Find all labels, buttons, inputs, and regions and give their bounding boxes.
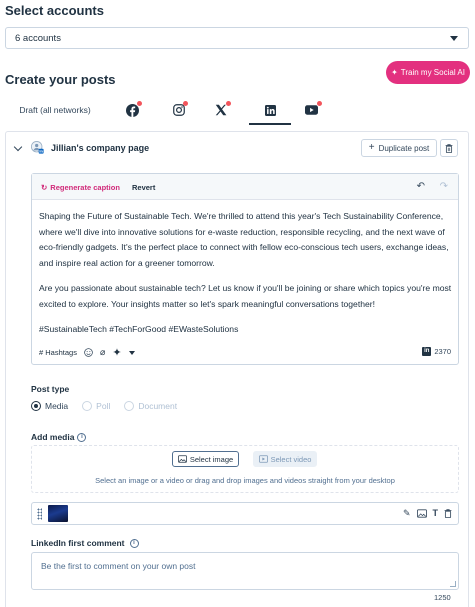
duplicate-post-button[interactable]: + Duplicate post — [361, 139, 437, 157]
train-social-ai-button[interactable]: ✦ Train my Social AI — [386, 61, 470, 84]
media-item-row: ✎ T — [31, 502, 459, 525]
x-icon — [215, 104, 227, 116]
video-icon — [258, 455, 268, 463]
first-comment-textarea[interactable]: Be the first to comment on your own post — [31, 552, 459, 590]
attachment-icon[interactable]: ⌀ — [100, 347, 105, 358]
tab-youtube[interactable] — [296, 95, 326, 125]
text-icon[interactable]: T — [433, 508, 439, 519]
regenerate-caption-label: Regenerate caption — [50, 183, 120, 192]
resize-handle-icon[interactable] — [450, 581, 456, 587]
x-alert-dot — [226, 101, 231, 106]
trash-icon[interactable] — [444, 509, 452, 518]
revert-button[interactable]: Revert — [132, 183, 155, 192]
caret-down-icon — [450, 36, 458, 41]
post-type-poll-radio[interactable]: Poll — [82, 401, 110, 411]
duplicate-post-label: Duplicate post — [378, 143, 430, 153]
character-count-value: 2370 — [434, 347, 451, 356]
tab-facebook[interactable] — [117, 95, 147, 125]
facebook-alert-dot — [137, 101, 142, 106]
hashtags-button[interactable]: # Hashtags — [39, 348, 77, 357]
plus-icon: + — [368, 142, 375, 153]
post-type-media-radio[interactable]: Media — [31, 401, 68, 411]
editor-toolbar: ↻ Regenerate caption Revert ↶ ↷ — [32, 174, 458, 200]
instagram-icon — [173, 104, 185, 116]
first-comment-label: LinkedIn first comment — [31, 538, 125, 548]
editor-footer: # Hashtags ⌀ ✦ — [39, 346, 135, 359]
first-comment-heading: LinkedIn first comment i — [31, 538, 139, 548]
tab-instagram[interactable] — [164, 95, 194, 125]
sparkle-icon: ✦ — [391, 68, 398, 77]
post-type-poll-label: Poll — [96, 401, 111, 411]
media-drop-zone[interactable] — [31, 445, 459, 493]
undo-icon[interactable]: ↶ — [417, 181, 425, 192]
add-media-label: Add media — [31, 432, 75, 442]
select-image-label: Select image — [189, 454, 234, 464]
radio-circle — [124, 401, 135, 411]
drag-handle-icon[interactable] — [37, 508, 42, 520]
tab-x[interactable] — [206, 95, 236, 125]
post-type-media-label: Media — [45, 401, 69, 411]
select-video-label: Select video — [270, 454, 312, 464]
delete-post-button[interactable] — [440, 139, 458, 157]
radio-circle — [31, 401, 41, 411]
accounts-dropdown-value: 6 accounts — [15, 33, 61, 44]
first-comment-char-count: 1250 — [434, 593, 451, 602]
post-type-document-radio[interactable]: Document — [124, 401, 177, 411]
post-type-label: Post type — [31, 384, 70, 394]
network-tabs: Draft (all networks) — [5, 95, 469, 125]
svg-text:in: in — [39, 149, 43, 154]
caption-paragraph: Are you passionate about sustainable tec… — [39, 283, 452, 309]
media-tools: ✎ T — [403, 508, 452, 519]
add-media-heading: Add media i — [31, 432, 87, 442]
refresh-icon: ↻ — [41, 183, 48, 192]
caption-paragraph: Shaping the Future of Sustainable Tech. … — [39, 211, 449, 268]
post-type-options: Media Poll Document — [31, 401, 177, 411]
emoji-icon[interactable] — [84, 348, 93, 357]
edit-icon[interactable]: ✎ — [403, 508, 411, 519]
tab-linkedin[interactable] — [249, 95, 291, 125]
info-icon[interactable]: i — [77, 432, 87, 442]
trash-icon — [445, 143, 453, 153]
train-social-ai-label: Train my Social AI — [400, 68, 465, 77]
create-posts-heading: Create your posts — [5, 72, 116, 87]
info-icon[interactable]: i — [129, 538, 139, 548]
radio-circle — [82, 401, 93, 411]
caret-down-icon[interactable] — [128, 350, 135, 355]
active-tab-indicator — [249, 123, 291, 125]
select-accounts-heading: Select accounts — [5, 3, 104, 18]
drop-zone-hint: Select an image or a video or drag and d… — [95, 476, 395, 485]
post-type-document-label: Document — [138, 401, 178, 411]
tab-draft-all-networks[interactable]: Draft (all networks) — [5, 95, 105, 125]
accounts-dropdown[interactable]: 6 accounts — [5, 27, 469, 49]
company-page-name: Jillian's company page — [51, 143, 150, 153]
youtube-alert-dot — [317, 101, 322, 106]
company-page-avatar: in — [31, 141, 44, 154]
linkedin-icon — [264, 104, 276, 116]
regenerate-caption-button[interactable]: ↻ Regenerate caption — [41, 183, 120, 192]
tab-draft-label: Draft (all networks) — [19, 105, 91, 115]
media-thumbnail[interactable] — [48, 505, 68, 522]
youtube-icon — [304, 105, 318, 115]
character-count: in 2370 — [422, 347, 451, 356]
facebook-icon — [125, 103, 139, 117]
select-image-button[interactable]: Select image — [172, 451, 239, 467]
caption-editor[interactable]: ↻ Regenerate caption Revert ↶ ↷ Shaping … — [31, 173, 459, 365]
instagram-alert-dot — [183, 101, 188, 106]
linkedin-icon: in — [422, 347, 432, 356]
ai-sparkle-icon[interactable]: ✦ — [112, 346, 121, 359]
image-edit-icon[interactable] — [416, 509, 427, 518]
first-comment-placeholder: Be the first to comment on your own post — [41, 561, 196, 571]
redo-icon[interactable]: ↷ — [440, 181, 448, 192]
select-video-button[interactable]: Select video — [253, 451, 317, 467]
image-icon — [177, 455, 187, 463]
caption-hashtags: #SustainableTech #TechForGood #EWasteSol… — [39, 324, 239, 334]
caption-text[interactable]: Shaping the Future of Sustainable Tech. … — [39, 209, 453, 348]
